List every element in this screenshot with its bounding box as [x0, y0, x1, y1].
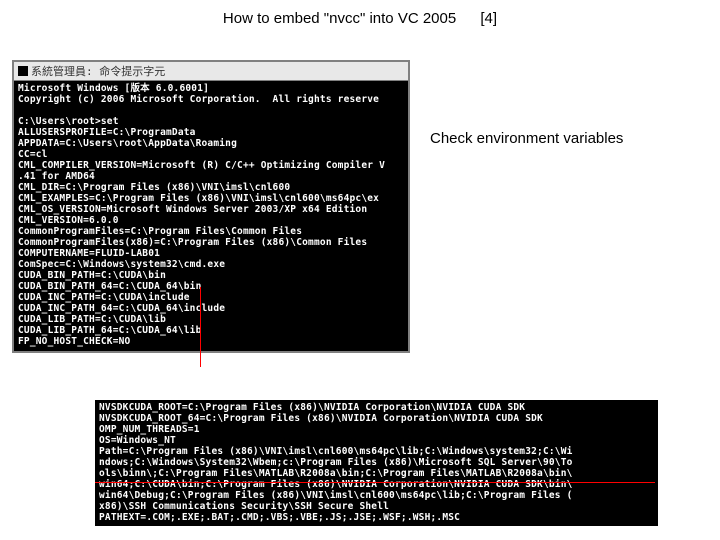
highlight-vertical-line: [200, 287, 201, 367]
terminal-1-output: Microsoft Windows [版本 6.0.6001] Copyrigh…: [14, 81, 408, 351]
terminal-window-1: 系統管理員: 命令提示字元 Microsoft Windows [版本 6.0.…: [12, 60, 410, 353]
cmd-icon: [18, 66, 28, 76]
terminal-window-2-output: NVSDKCUDA_ROOT=C:\Program Files (x86)\NV…: [95, 400, 658, 526]
terminal-1-title: 系統管理員: 命令提示字元: [31, 65, 165, 78]
highlight-horizontal-line: [95, 482, 655, 483]
slide-title: How to embed "nvcc" into VC 2005 [4]: [0, 10, 720, 27]
title-index: [4]: [480, 10, 497, 27]
terminal-1-titlebar: 系統管理員: 命令提示字元: [14, 62, 408, 81]
title-text: How to embed "nvcc" into VC 2005: [223, 10, 456, 27]
annotation-label: Check environment variables: [430, 130, 623, 147]
